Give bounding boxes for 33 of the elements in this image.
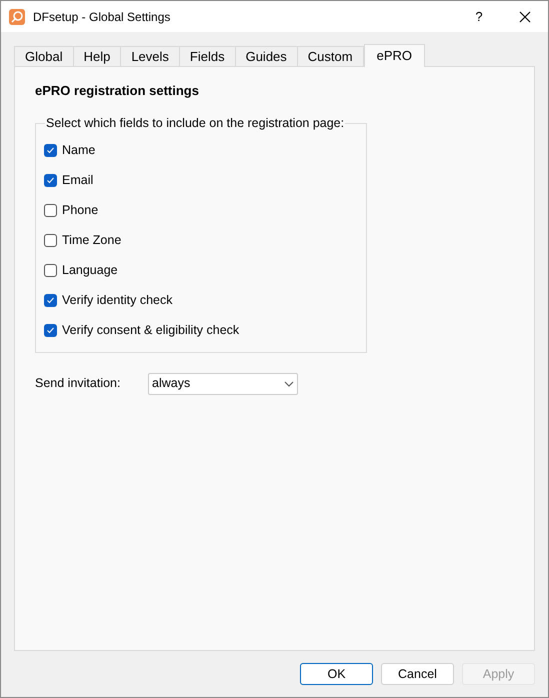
tab[interactable]: Help [72, 46, 122, 66]
close-icon [519, 10, 531, 22]
checkbox[interactable] [44, 264, 57, 277]
checkbox[interactable] [44, 174, 57, 187]
dialog-button[interactable]: Cancel [381, 663, 454, 685]
checkbox-label: Name [62, 142, 96, 160]
tab[interactable]: ePRO [364, 44, 425, 67]
group-legend: Select which fields to include on the registration page: [45, 114, 346, 130]
checkmark-icon [46, 146, 55, 155]
checkbox[interactable] [44, 144, 57, 157]
checkbox[interactable] [44, 324, 57, 337]
checkmark-icon [46, 326, 55, 335]
checkbox-label: Phone [62, 202, 98, 220]
dialog-button[interactable]: OK [300, 663, 373, 685]
send-invitation-label: Send invitation: [35, 375, 122, 392]
help-button[interactable]: ? [456, 1, 502, 32]
checkbox[interactable] [44, 204, 57, 217]
checkbox-label: Language [62, 262, 118, 280]
send-invitation-dropdown[interactable]: always [148, 372, 298, 394]
tab[interactable]: Custom [296, 46, 364, 66]
checkmark-icon [46, 296, 55, 305]
chevron-down-icon [284, 380, 294, 386]
section-heading: ePRO registration settings [35, 82, 200, 100]
checkbox[interactable] [44, 294, 57, 307]
window-title: DFsetup - Global Settings [33, 8, 170, 26]
checkbox-label: Verify identity check [62, 292, 172, 310]
tab[interactable]: Global [14, 46, 74, 66]
checkmark-icon [46, 176, 55, 185]
checkbox-label: Verify consent & eligibility check [62, 322, 240, 340]
app-icon [9, 8, 25, 24]
checkbox[interactable] [44, 234, 57, 247]
checkbox-label: Time Zone [62, 232, 122, 250]
checkbox-label: Email [62, 172, 94, 190]
